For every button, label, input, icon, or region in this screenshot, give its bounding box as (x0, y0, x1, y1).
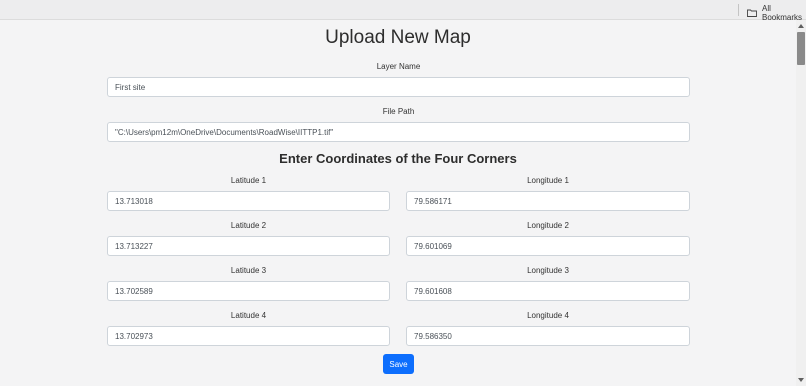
bookmarks-bar: All Bookmarks (0, 0, 806, 22)
layer-name-input[interactable] (107, 77, 690, 97)
scroll-up-arrow-icon[interactable] (797, 22, 805, 30)
longitude-3-label: Longitude 3 (527, 266, 569, 275)
latitude-4-label: Latitude 4 (230, 311, 267, 320)
latitude-1-input[interactable] (107, 191, 390, 211)
file-path-label: File Path (382, 107, 415, 116)
scroll-down-arrow-icon[interactable] (797, 376, 805, 384)
latitude-3-label: Latitude 3 (230, 266, 267, 275)
latitude-2-label: Latitude 2 (230, 221, 267, 230)
latitude-4-input[interactable] (107, 326, 390, 346)
file-path-input[interactable] (107, 122, 690, 142)
bookmarks-divider (738, 4, 739, 16)
save-button[interactable]: Save (383, 354, 414, 374)
longitude-4-input[interactable] (406, 326, 690, 346)
page-title: Upload New Map (325, 27, 471, 48)
scrollbar-thumb[interactable] (797, 32, 805, 65)
longitude-1-input[interactable] (406, 191, 690, 211)
vertical-scrollbar[interactable] (796, 20, 806, 386)
upload-map-page: Upload New Map Layer Name File Path Ente… (0, 20, 796, 386)
folder-icon (747, 9, 757, 17)
coordinates-heading: Enter Coordinates of the Four Corners (279, 151, 517, 166)
longitude-2-label: Longitude 2 (527, 221, 569, 230)
latitude-3-input[interactable] (107, 281, 390, 301)
longitude-1-label: Longitude 1 (527, 176, 569, 185)
latitude-2-input[interactable] (107, 236, 390, 256)
layer-name-label: Layer Name (376, 62, 421, 71)
latitude-1-label: Latitude 1 (230, 176, 267, 185)
longitude-3-input[interactable] (406, 281, 690, 301)
longitude-4-label: Longitude 4 (527, 311, 569, 320)
longitude-2-input[interactable] (406, 236, 690, 256)
